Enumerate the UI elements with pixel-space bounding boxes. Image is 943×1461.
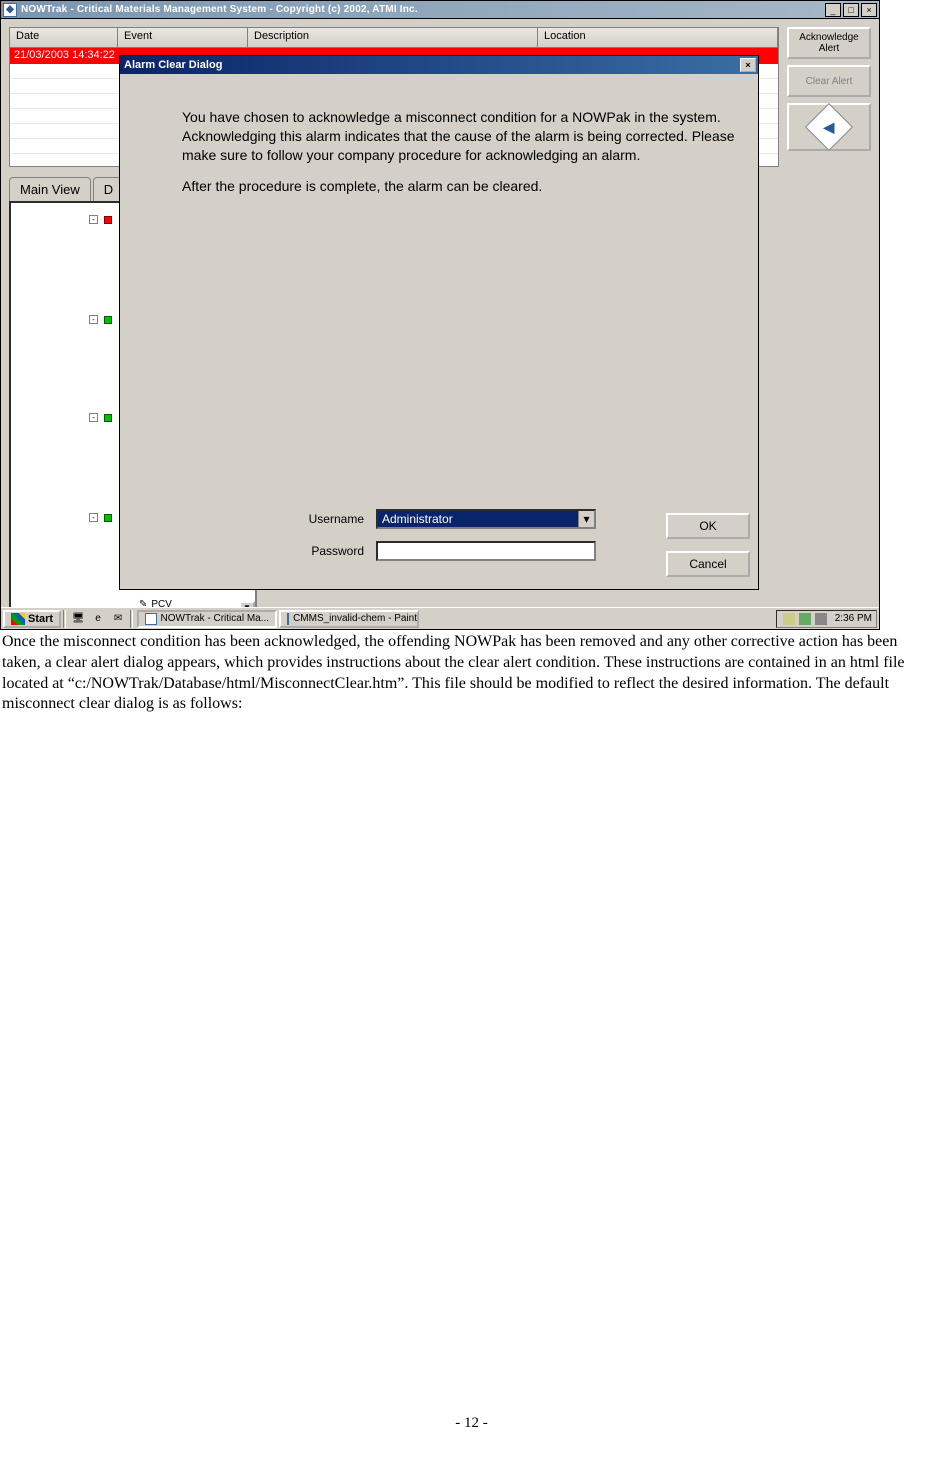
cancel-button-label: Cancel (689, 557, 726, 571)
tree-node[interactable]: - (89, 315, 112, 324)
quick-launch-ie-icon[interactable]: e (90, 611, 106, 627)
paint-icon (287, 613, 289, 625)
system-tray: 2:36 PM (776, 610, 877, 628)
ok-button[interactable]: OK (666, 513, 750, 539)
tray-icon[interactable] (783, 613, 795, 625)
clear-alert-label: Clear Alert (806, 76, 853, 87)
company-logo-button[interactable]: ◀ (787, 103, 871, 151)
windows-flag-icon (11, 613, 25, 625)
dialog-buttons: OK Cancel (666, 513, 750, 577)
tabs: Main View D (9, 177, 126, 201)
taskbar-item-nowtrak[interactable]: NOWTrak - Critical Ma... (137, 610, 277, 628)
document-paragraph: Once the misconnect condition has been a… (0, 630, 938, 715)
dialog-paragraph-1: You have chosen to acknowledge a misconn… (182, 108, 742, 165)
username-select[interactable]: Administrator ▾ (376, 509, 596, 529)
app-title: NOWTrak - Critical Materials Management … (21, 4, 823, 15)
col-event[interactable]: Event (118, 28, 248, 47)
dialog-titlebar: Alarm Clear Dialog × (120, 56, 758, 74)
alarm-clear-dialog: Alarm Clear Dialog × You have chosen to … (119, 55, 759, 590)
dialog-text: You have chosen to acknowledge a misconn… (182, 108, 742, 208)
tab-main-view[interactable]: Main View (9, 177, 91, 201)
collapse-icon[interactable]: - (89, 215, 98, 224)
ok-button-label: OK (699, 519, 716, 533)
clear-alert-button: Clear Alert (787, 65, 871, 97)
acknowledge-alert-label: Acknowledge Alert (791, 32, 867, 54)
username-value: Administrator (382, 512, 453, 526)
cancel-button[interactable]: Cancel (666, 551, 750, 577)
taskbar-item-label: NOWTrak - Critical Ma... (161, 613, 270, 624)
collapse-icon[interactable]: - (89, 413, 98, 422)
app-titlebar: ◆ NOWTrak - Critical Materials Managemen… (1, 1, 879, 19)
tree-node[interactable]: - (89, 513, 112, 522)
status-dot-green-icon (104, 514, 112, 522)
col-date[interactable]: Date (10, 28, 118, 47)
tab-second-label: D (104, 182, 113, 197)
tab-main-view-label: Main View (20, 182, 80, 197)
status-dot-red-icon (104, 216, 112, 224)
tree-node[interactable]: - (89, 413, 112, 422)
acknowledge-alert-button[interactable]: Acknowledge Alert (787, 27, 871, 59)
collapse-icon[interactable]: - (89, 315, 98, 324)
start-button[interactable]: Start (3, 610, 61, 628)
status-dot-green-icon (104, 316, 112, 324)
diamond-logo-icon: ◀ (805, 103, 853, 151)
tray-icon[interactable] (815, 613, 827, 625)
app-logo-icon: ◆ (3, 3, 17, 17)
start-label: Start (28, 613, 53, 625)
quick-launch-outlook-icon[interactable]: ✉ (110, 611, 126, 627)
alert-cell-date: 21/03/2003 14:34:22 (10, 48, 118, 64)
password-label: Password (266, 544, 376, 558)
password-input[interactable] (376, 541, 596, 561)
dialog-title: Alarm Clear Dialog (122, 59, 740, 71)
dialog-body: You have chosen to acknowledge a misconn… (126, 78, 752, 583)
maximize-button[interactable]: □ (843, 3, 859, 17)
dropdown-arrow-icon[interactable]: ▾ (578, 511, 594, 527)
col-location[interactable]: Location (538, 28, 778, 47)
dialog-close-button[interactable]: × (740, 58, 756, 72)
taskbar-separator (130, 610, 133, 628)
tree-node[interactable]: - (89, 215, 112, 224)
minimize-button[interactable]: _ (825, 3, 841, 17)
side-button-panel: Acknowledge Alert Clear Alert ◀ (787, 27, 871, 151)
quick-launch-desktop-icon[interactable]: 🖥 (70, 611, 86, 627)
page-number: - 12 - (0, 1415, 943, 1432)
taskbar-item-paint[interactable]: CMMS_invalid-chem - Paint (279, 610, 419, 628)
clock: 2:36 PM (835, 613, 872, 624)
collapse-icon[interactable]: - (89, 513, 98, 522)
col-description[interactable]: Description (248, 28, 538, 47)
alert-table-header: Date Event Description Location (10, 28, 778, 48)
screenshot-container: ◆ NOWTrak - Critical Materials Managemen… (0, 0, 880, 630)
app-icon (145, 613, 156, 625)
taskbar-item-label: CMMS_invalid-chem - Paint (293, 613, 417, 624)
taskbar: Start 🖥 e ✉ NOWTrak - Critical Ma... CMM… (1, 607, 879, 629)
close-button[interactable]: × (861, 3, 877, 17)
tray-icon[interactable] (799, 613, 811, 625)
username-label: Username (266, 512, 376, 526)
taskbar-separator (63, 610, 66, 628)
status-dot-green-icon (104, 414, 112, 422)
dialog-paragraph-2: After the procedure is complete, the ala… (182, 177, 742, 196)
